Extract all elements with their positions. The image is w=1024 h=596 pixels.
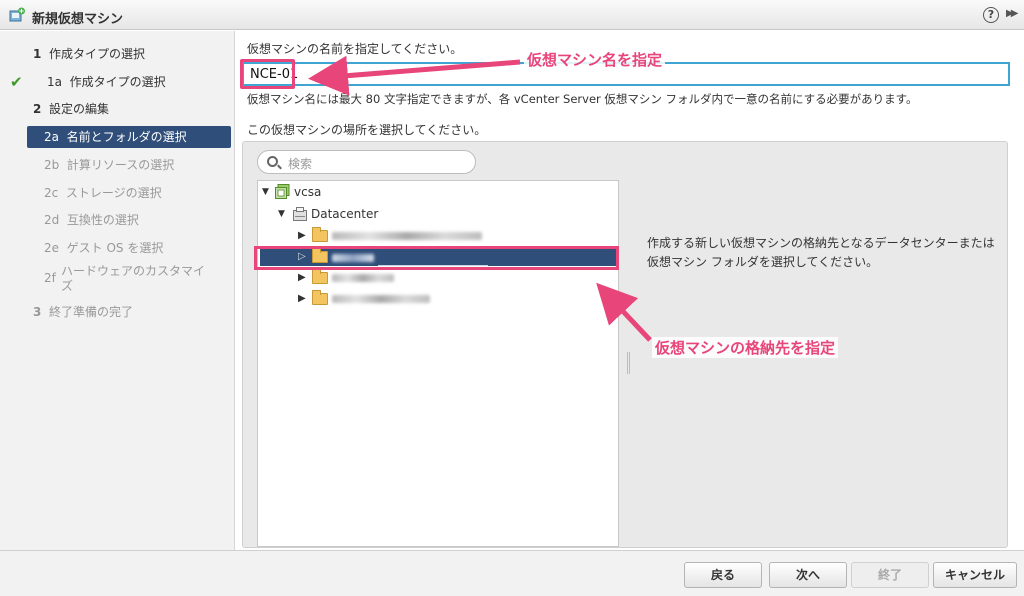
step-label: 作成タイプの選択 bbox=[49, 47, 146, 61]
step-label: ハードウェアのカスタマイ ズ bbox=[61, 264, 206, 293]
dialog-title: 新規仮想マシン bbox=[32, 12, 124, 27]
folder-highlight-box bbox=[254, 246, 619, 270]
search-icon bbox=[267, 156, 278, 167]
name-highlight-box bbox=[240, 59, 295, 89]
redacted-label bbox=[332, 232, 482, 240]
dialog-titlebar: 新規仮想マシン ? ▶▶ bbox=[0, 0, 1024, 30]
step-label: 名前とフォルダの選択 bbox=[66, 130, 187, 144]
location-panel: 検索 ▼ vcsa ▼ Datacenter ▶ ▷ ▶ ▶ 作成する新しい仮想… bbox=[242, 141, 1008, 548]
location-description: 作成する新しい仮想マシンの格納先となるデータセンターまたは仮想マシン フォルダを… bbox=[647, 236, 995, 269]
redacted-label bbox=[332, 274, 394, 282]
step-number: 2b bbox=[44, 158, 60, 172]
dialog-footer: 戻る 次へ 終了 キャンセル bbox=[0, 550, 1024, 596]
step-2a[interactable]: 2a 名前とフォルダの選択 bbox=[27, 126, 231, 148]
step-2d: 2d 互換性の選択 bbox=[44, 209, 139, 231]
step-2c: 2c ストレージの選択 bbox=[44, 182, 162, 204]
step-2f: 2f ハードウェアのカスタマイ ズ bbox=[44, 264, 229, 300]
folder-icon bbox=[312, 290, 328, 305]
tree-label: vcsa bbox=[294, 185, 322, 199]
step-label: 終了準備の完了 bbox=[49, 305, 134, 319]
step-label: 計算リソースの選択 bbox=[66, 158, 175, 172]
collapsed-arrow-icon[interactable]: ▶ bbox=[298, 268, 306, 288]
new-vm-icon bbox=[9, 7, 25, 22]
tree-node-datacenter[interactable]: ▼ Datacenter bbox=[278, 204, 478, 224]
folder-callout: 仮想マシンの格納先を指定 bbox=[652, 337, 839, 358]
location-prompt: この仮想マシンの場所を選択してください。 bbox=[247, 123, 487, 137]
name-prompt: 仮想マシンの名前を指定してください。 bbox=[247, 42, 463, 56]
step-number: 2a bbox=[44, 130, 59, 144]
step-label: 互換性の選択 bbox=[66, 213, 139, 227]
back-button[interactable]: 戻る bbox=[684, 562, 762, 588]
step-1[interactable]: 1 作成タイプの選択 bbox=[33, 43, 145, 65]
step-label: 作成タイプの選択 bbox=[69, 75, 166, 89]
step-label: 設定の編集 bbox=[49, 102, 110, 116]
wizard-steps-panel: ✔ 1 作成タイプの選択 1a 作成タイプの選択 2 設定の編集 2a 名前とフ… bbox=[0, 31, 235, 550]
step-number: 2c bbox=[44, 186, 59, 200]
step-2e: 2e ゲスト OS を選択 bbox=[44, 237, 163, 259]
folder-icon bbox=[312, 269, 328, 284]
step-number: 2e bbox=[44, 241, 60, 255]
main-content: 仮想マシンの名前を指定してください。 NCE-01 仮想マシン名には最大 80 … bbox=[236, 31, 1024, 550]
step-3: 3 終了準備の完了 bbox=[33, 301, 133, 323]
step-1a[interactable]: 1a 作成タイプの選択 bbox=[47, 71, 166, 93]
expand-icon[interactable]: ▶▶ bbox=[1006, 8, 1019, 19]
step-2b: 2b 計算リソースの選択 bbox=[44, 154, 174, 176]
step-number: 1 bbox=[33, 47, 42, 61]
step-number: 2f bbox=[44, 271, 56, 285]
panel-splitter[interactable] bbox=[627, 352, 630, 374]
tree-node-vcsa[interactable]: ▼ vcsa bbox=[262, 182, 462, 202]
step-number: 3 bbox=[33, 305, 42, 319]
inventory-tree: ▼ vcsa ▼ Datacenter ▶ ▷ ▶ ▶ bbox=[257, 180, 619, 547]
finish-button: 終了 bbox=[851, 562, 929, 588]
tree-node-folder[interactable]: ▶ bbox=[298, 268, 598, 288]
collapsed-arrow-icon[interactable]: ▶ bbox=[298, 226, 306, 246]
step-number: 2 bbox=[33, 102, 42, 116]
step-label: ストレージの選択 bbox=[65, 186, 162, 200]
vcenter-icon bbox=[275, 184, 290, 199]
datacenter-icon bbox=[293, 207, 307, 221]
tree-node-folder[interactable]: ▶ bbox=[298, 226, 598, 246]
name-callout: 仮想マシン名を指定 bbox=[524, 49, 666, 70]
checkmark-icon: ✔ bbox=[10, 73, 23, 91]
step-label: ゲスト OS を選択 bbox=[66, 241, 164, 255]
collapsed-arrow-icon[interactable]: ▶ bbox=[298, 289, 306, 309]
redacted-label bbox=[332, 295, 430, 303]
tree-node-folder[interactable]: ▶ bbox=[298, 289, 598, 309]
help-icon[interactable]: ? bbox=[983, 7, 999, 23]
folder-icon bbox=[312, 227, 328, 242]
search-input[interactable]: 検索 bbox=[257, 150, 476, 174]
expanded-arrow-icon[interactable]: ▼ bbox=[262, 182, 269, 202]
step-number: 1a bbox=[47, 75, 62, 89]
next-button[interactable]: 次へ bbox=[769, 562, 847, 588]
step-number: 2d bbox=[44, 213, 60, 227]
cancel-button[interactable]: キャンセル bbox=[933, 562, 1017, 588]
tree-label: Datacenter bbox=[311, 207, 379, 221]
name-hint: 仮想マシン名には最大 80 文字指定できますが、各 vCenter Server… bbox=[247, 92, 918, 106]
expanded-arrow-icon[interactable]: ▼ bbox=[278, 204, 285, 224]
search-placeholder: 検索 bbox=[288, 157, 313, 171]
step-2[interactable]: 2 設定の編集 bbox=[33, 98, 109, 120]
